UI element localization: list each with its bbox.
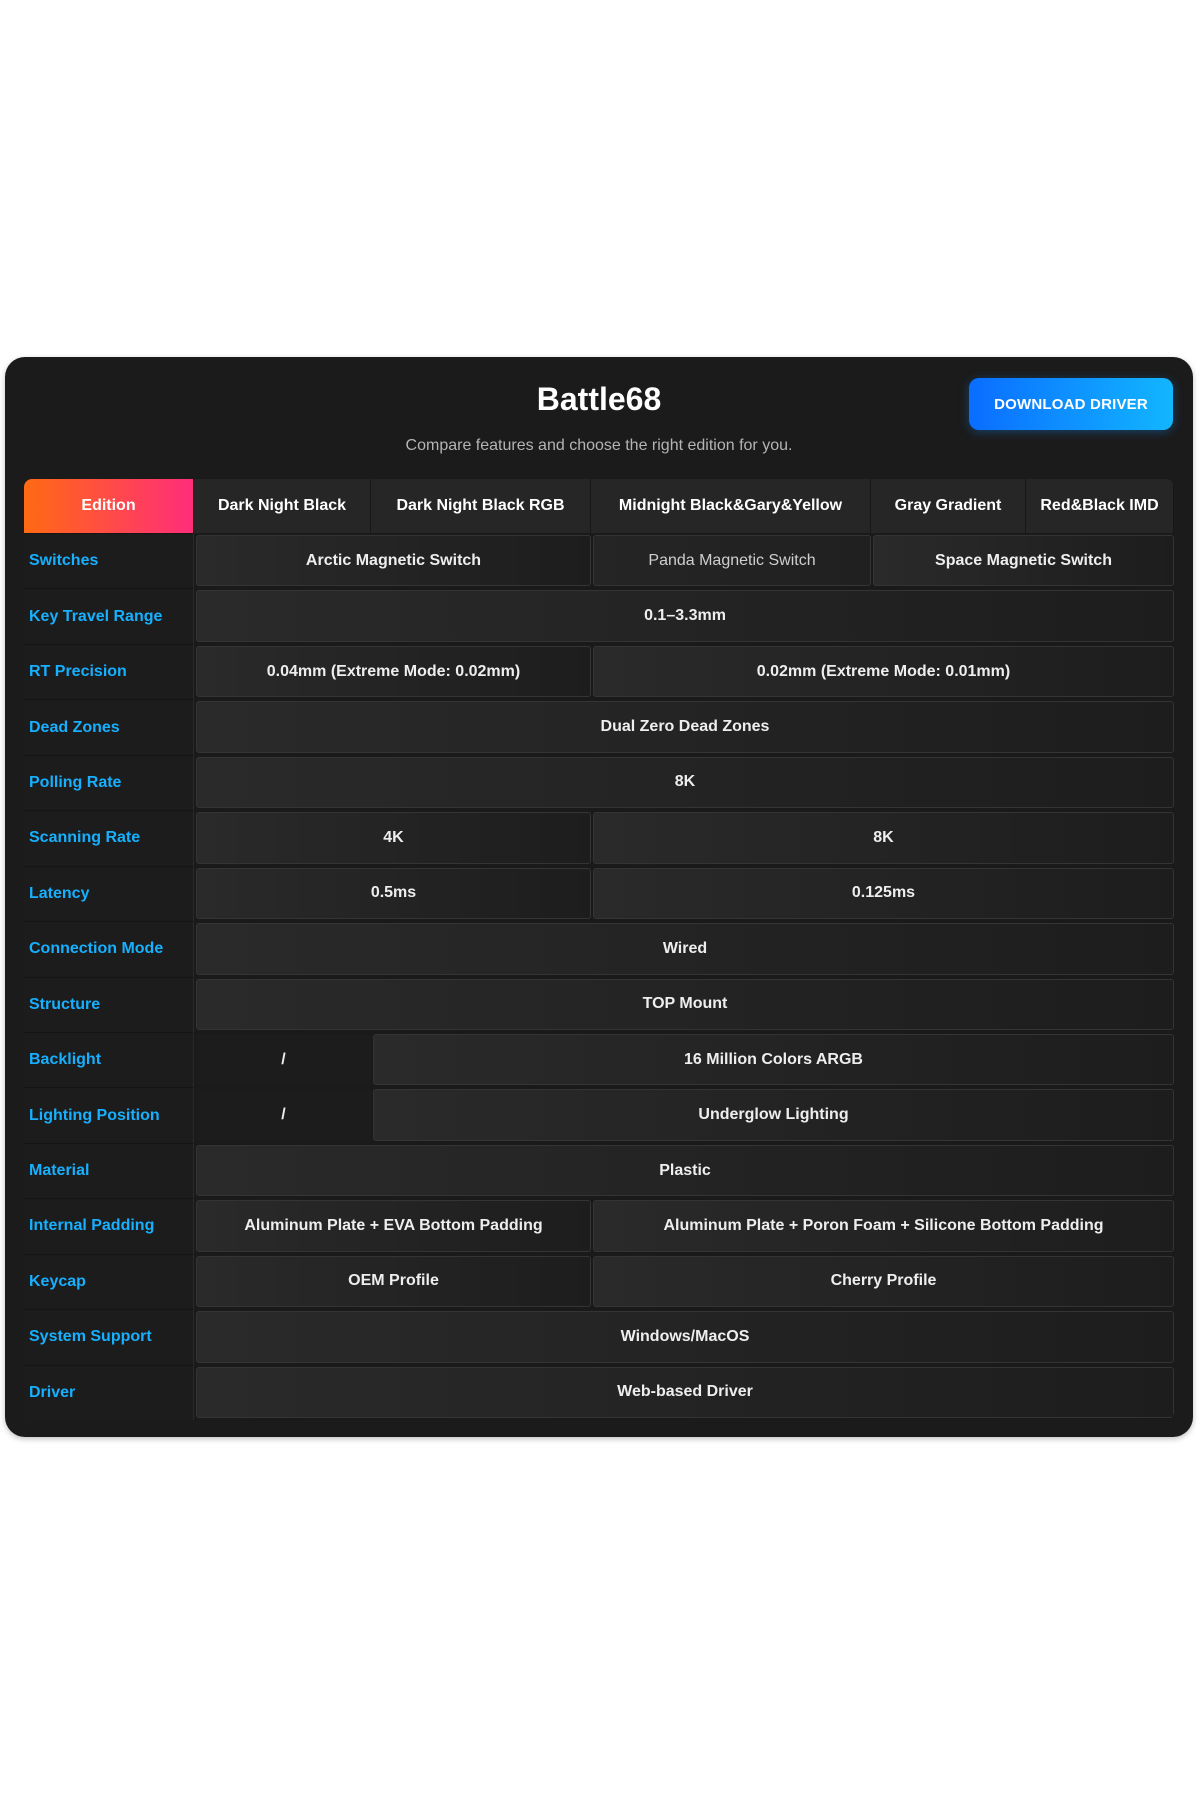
comparison-table: Edition Dark Night Black Dark Night Blac… <box>24 479 1174 1420</box>
table-cell: / <box>196 1089 371 1141</box>
table-cell: 0.125ms <box>593 867 1174 920</box>
table-cell: Space Magnetic Switch <box>873 535 1174 587</box>
table-cell: 4K <box>196 812 591 864</box>
row-label: Switches <box>24 533 194 589</box>
table-cell: OEM Profile <box>196 1255 591 1308</box>
table-header-edition: Edition <box>24 479 194 533</box>
table-cell: Windows/MacOS <box>196 1311 1174 1363</box>
row-label: Latency <box>24 865 194 922</box>
row-label: Keycap <box>24 1253 194 1310</box>
table-cell: 8K <box>593 812 1174 864</box>
table-cell: Wired <box>196 923 1174 975</box>
table-cell: Plastic <box>196 1144 1174 1197</box>
table-cell: 0.1–3.3mm <box>196 590 1174 642</box>
row-label: Connection Mode <box>24 921 194 977</box>
table-cell: 8K <box>196 756 1174 809</box>
table-cell: 0.02mm (Extreme Mode: 0.01mm) <box>593 645 1174 698</box>
row-label: Scanning Rate <box>24 810 194 866</box>
row-label: RT Precision <box>24 643 194 700</box>
row-label: Material <box>24 1142 194 1199</box>
table-cell: Underglow Lighting <box>373 1089 1174 1141</box>
table-cell: Cherry Profile <box>593 1255 1174 1308</box>
table-cell: Web-based Driver <box>196 1366 1174 1418</box>
page-subtitle: Compare features and choose the right ed… <box>405 437 793 454</box>
table-cell: Dual Zero Dead Zones <box>196 701 1174 753</box>
table-cell: TOP Mount <box>196 978 1174 1030</box>
row-label: Structure <box>24 976 194 1032</box>
table-header-red-black-imd: Red&Black IMD <box>1026 479 1174 533</box>
table-cell: Panda Magnetic Switch <box>593 535 871 587</box>
row-label: System Support <box>24 1309 194 1365</box>
table-cell: Aluminum Plate + EVA Bottom Padding <box>196 1200 591 1252</box>
row-label: Dead Zones <box>24 699 194 755</box>
table-cell: 16 Million Colors ARGB <box>373 1033 1174 1086</box>
table-cell: / <box>196 1033 371 1086</box>
table-header-dark-night-black: Dark Night Black <box>194 479 371 533</box>
comparison-card: Battle68 Compare features and choose the… <box>5 357 1193 1437</box>
row-label: Key Travel Range <box>24 588 194 644</box>
table-cell: Aluminum Plate + Poron Foam + Silicone B… <box>593 1200 1174 1252</box>
table-header-gray-gradient: Gray Gradient <box>871 479 1026 533</box>
row-label: Driver <box>24 1364 194 1420</box>
row-label: Lighting Position <box>24 1087 194 1143</box>
table-cell: 0.04mm (Extreme Mode: 0.02mm) <box>196 645 591 698</box>
table-cell: Arctic Magnetic Switch <box>196 535 591 587</box>
download-driver-button[interactable]: DOWNLOAD DRIVER <box>969 378 1173 430</box>
row-label: Backlight <box>24 1031 194 1088</box>
table-cell: 0.5ms <box>196 867 591 920</box>
table-header-midnight-black-gary-yellow: Midnight Black&Gary&Yellow <box>591 479 871 533</box>
row-label: Internal Padding <box>24 1198 194 1254</box>
row-label: Polling Rate <box>24 754 194 811</box>
table-header-dark-night-black-rgb: Dark Night Black RGB <box>371 479 591 533</box>
